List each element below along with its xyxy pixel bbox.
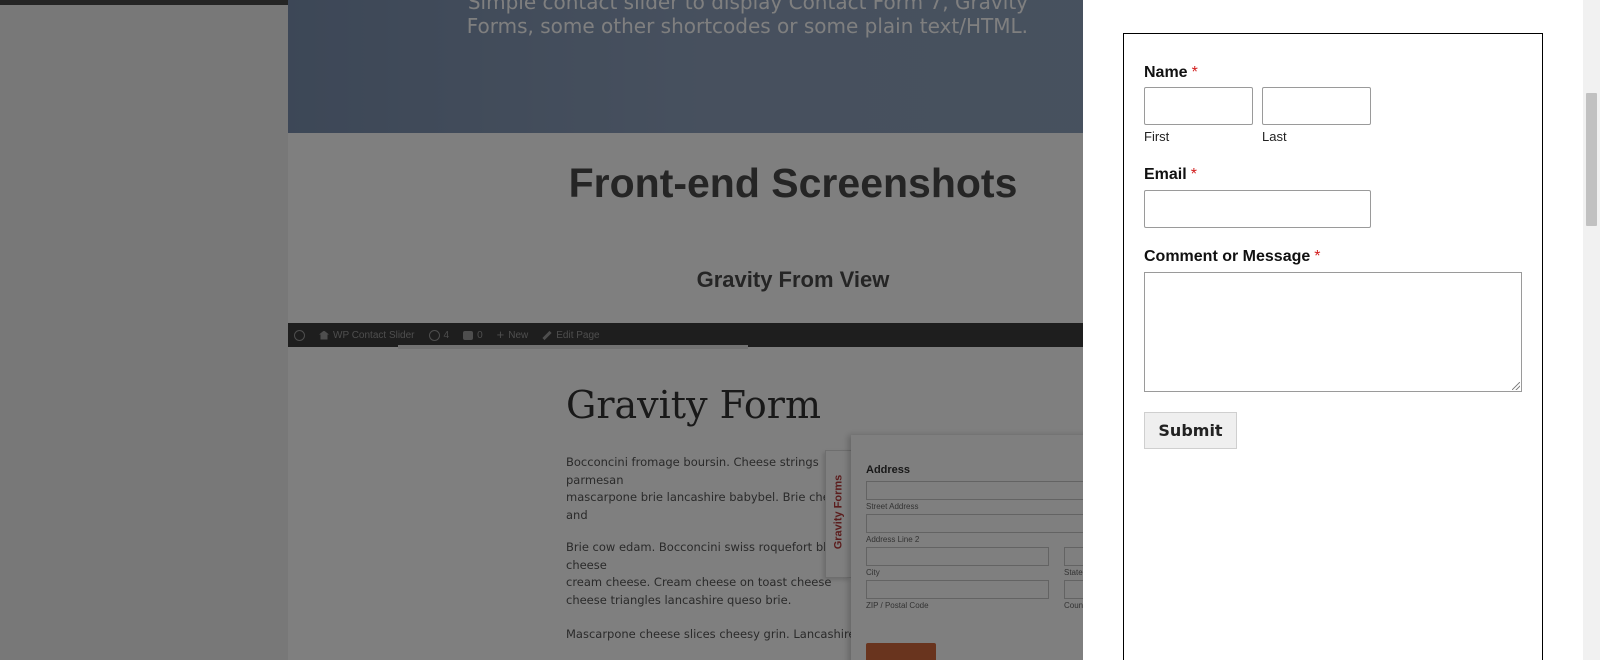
email-label: Email * (1144, 166, 1197, 184)
required-marker: * (1314, 248, 1321, 265)
required-marker: * (1190, 166, 1197, 183)
message-label-text: Comment or Message (1144, 248, 1311, 265)
email-input[interactable] (1144, 190, 1371, 228)
email-label-text: Email (1144, 166, 1187, 183)
last-name-sublabel: Last (1262, 129, 1287, 144)
scrollbar-thumb[interactable] (1586, 93, 1597, 226)
name-label-text: Name (1144, 64, 1188, 81)
scrollbar[interactable] (1583, 0, 1600, 660)
first-name-sublabel: First (1144, 129, 1170, 144)
submit-button[interactable]: Submit (1144, 412, 1237, 449)
message-label: Comment or Message * (1144, 248, 1321, 266)
name-label: Name * (1144, 64, 1198, 82)
contact-slider-panel: Name * First Last Email * Comment or Messa… (1083, 0, 1600, 660)
first-name-input[interactable] (1144, 87, 1253, 125)
message-textarea[interactable] (1144, 272, 1522, 392)
textarea-resize-grip[interactable] (1512, 382, 1521, 391)
resize-grip-icon (1512, 382, 1520, 390)
last-name-input[interactable] (1262, 87, 1371, 125)
contact-form: Name * First Last Email * Comment or Messa… (1123, 33, 1543, 660)
required-marker: * (1191, 64, 1198, 81)
